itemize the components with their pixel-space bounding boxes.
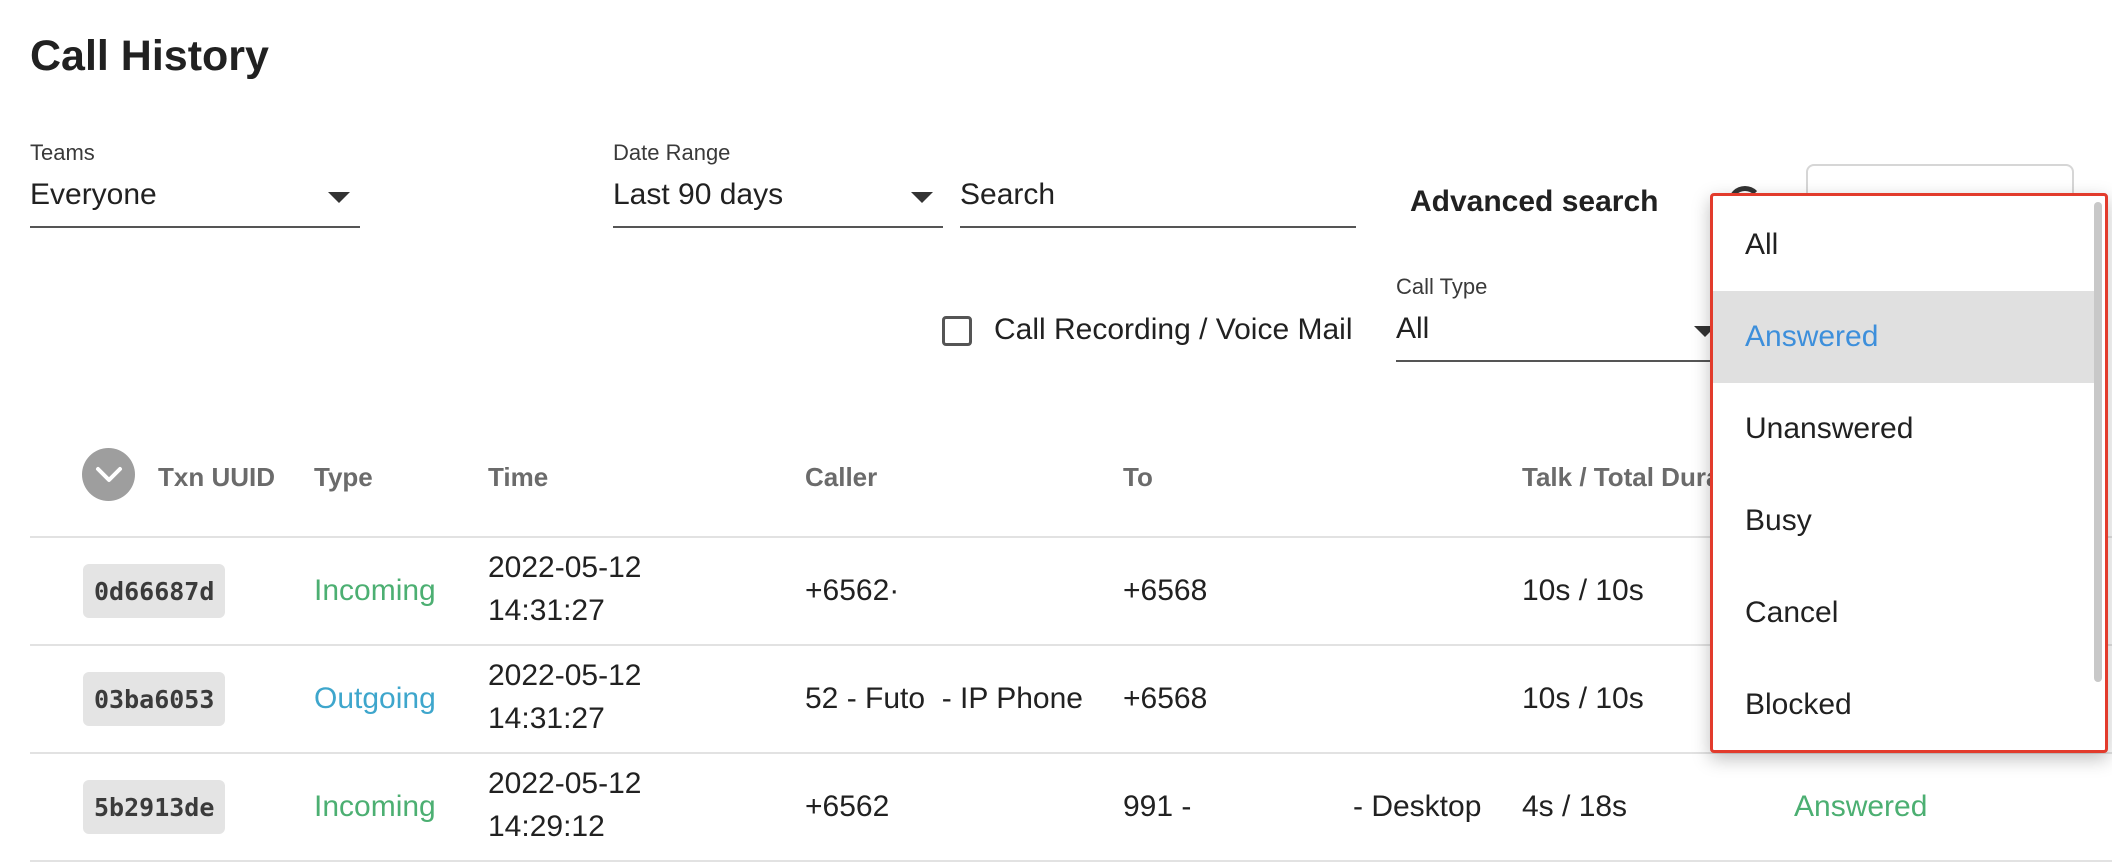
status-cell: Answered [1794,790,1928,823]
caller-cell: 52 - Futo - IP Phone [805,682,1083,715]
teams-underline [30,226,360,228]
caller-cell: +6562· [805,574,900,607]
date-cell: 2022-05-12 [488,767,642,800]
menu-option-blocked[interactable]: Blocked [1713,659,2097,750]
column-header-caller[interactable]: Caller [805,462,877,493]
caller-cell: +6562 [805,790,890,823]
column-header-type[interactable]: Type [314,462,373,493]
to-device-cell: - Desktop [1353,790,1482,823]
date-range-value: Last 90 days [613,178,784,211]
menu-option-busy[interactable]: Busy [1713,475,2097,567]
call-type-select[interactable]: All [1396,304,1716,364]
teams-label: Teams [30,140,95,165]
to-cell: 991 - [1123,790,1192,823]
column-header-to[interactable]: To [1123,462,1153,493]
call-type-cell: Incoming [314,790,436,823]
duration-cell: 4s / 18s [1522,790,1628,823]
date-range-select[interactable]: Last 90 days [613,170,943,230]
time-cell: 14:31:27 [488,594,605,627]
search-placeholder: Search [960,178,1056,211]
date-range-label: Date Range [613,140,731,165]
search-underline [960,226,1356,228]
call-type-underline [1396,360,1716,362]
teams-value: Everyone [30,178,157,211]
duration-cell: 10s / 10s [1522,574,1644,607]
date-cell: 2022-05-12 [488,659,642,692]
date-cell: 2022-05-12 [488,551,642,584]
column-header-time[interactable]: Time [488,462,548,493]
time-cell: 14:31:27 [488,702,605,735]
chevron-down-icon [911,192,933,203]
teams-select[interactable]: Everyone [30,170,360,230]
menu-option-unanswered[interactable]: Unanswered [1713,383,2097,475]
date-range-underline [613,226,943,228]
menu-scrollbar[interactable] [2094,202,2102,682]
menu-option-cancel[interactable]: Cancel [1713,567,2097,659]
chevron-down-icon [328,192,350,203]
uuid-chip[interactable]: 03ba6053 [83,672,226,726]
call-recording-checkbox[interactable] [942,316,972,346]
call-recording-label: Call Recording / Voice Mail [994,313,1353,346]
expand-all-button[interactable] [82,448,135,501]
call-type-value: All [1396,312,1430,345]
call-type-cell: Incoming [314,574,436,607]
page-title: Call History [30,32,269,80]
table-row[interactable]: 5b2913de Incoming 2022-05-12 14:29:12 +6… [0,754,2112,860]
duration-cell: 10s / 10s [1522,682,1644,715]
call-type-cell: Outgoing [314,682,436,715]
time-cell: 14:29:12 [488,810,605,843]
call-type-label: Call Type [1396,274,1488,299]
menu-option-all[interactable]: All [1713,199,2097,291]
chevron-down-icon [95,466,122,482]
uuid-chip[interactable]: 0d66687d [83,564,226,618]
to-cell: +6568 [1123,574,1208,607]
column-header-uuid[interactable]: Txn UUID [158,462,275,493]
advanced-search-button[interactable]: Advanced search [1410,185,1658,219]
column-header-duration[interactable]: Talk / Total Dura [1522,462,1720,493]
call-type-menu[interactable]: All Answered Unanswered Busy Cancel Bloc… [1710,193,2108,753]
search-input[interactable]: Search [960,170,1356,230]
uuid-chip[interactable]: 5b2913de [83,780,226,834]
menu-option-answered[interactable]: Answered [1713,291,2097,383]
to-cell: +6568 [1123,682,1208,715]
